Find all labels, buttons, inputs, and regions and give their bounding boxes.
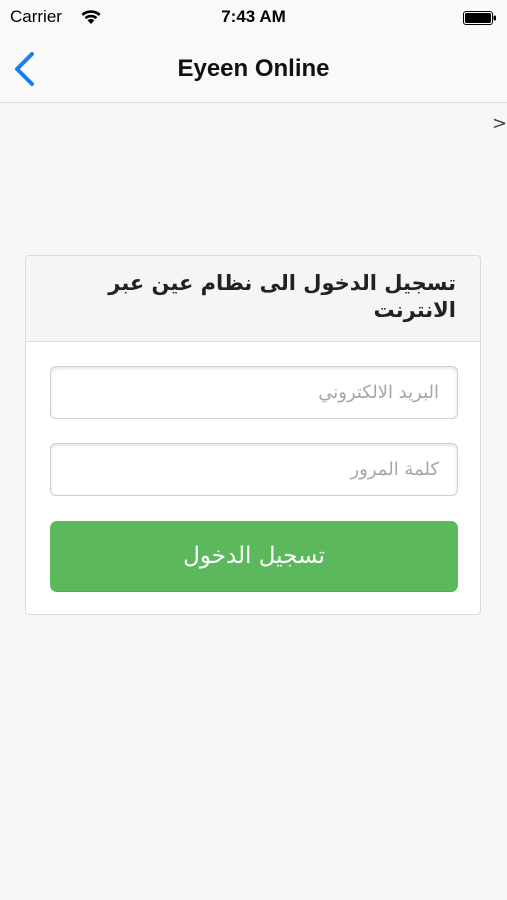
status-bar: Carrier 7:43 AM: [0, 0, 507, 36]
login-card-header: تسجيل الدخول الى نظام عين عبر الانترنت: [26, 256, 480, 342]
password-input[interactable]: [50, 443, 458, 496]
login-card-title: تسجيل الدخول الى نظام عين عبر الانترنت: [108, 271, 456, 322]
clock: 7:43 AM: [221, 7, 286, 26]
battery-icon: [463, 11, 496, 25]
page-title: Eyeen Online: [177, 55, 330, 82]
login-button[interactable]: تسجيل الدخول: [50, 521, 458, 592]
login-card: تسجيل الدخول الى نظام عين عبر الانترنت ت…: [25, 255, 481, 615]
navigation-bar: Eyeen Online: [0, 36, 507, 103]
email-input[interactable]: [50, 366, 458, 419]
chevron-right-icon[interactable]: >: [492, 113, 507, 134]
